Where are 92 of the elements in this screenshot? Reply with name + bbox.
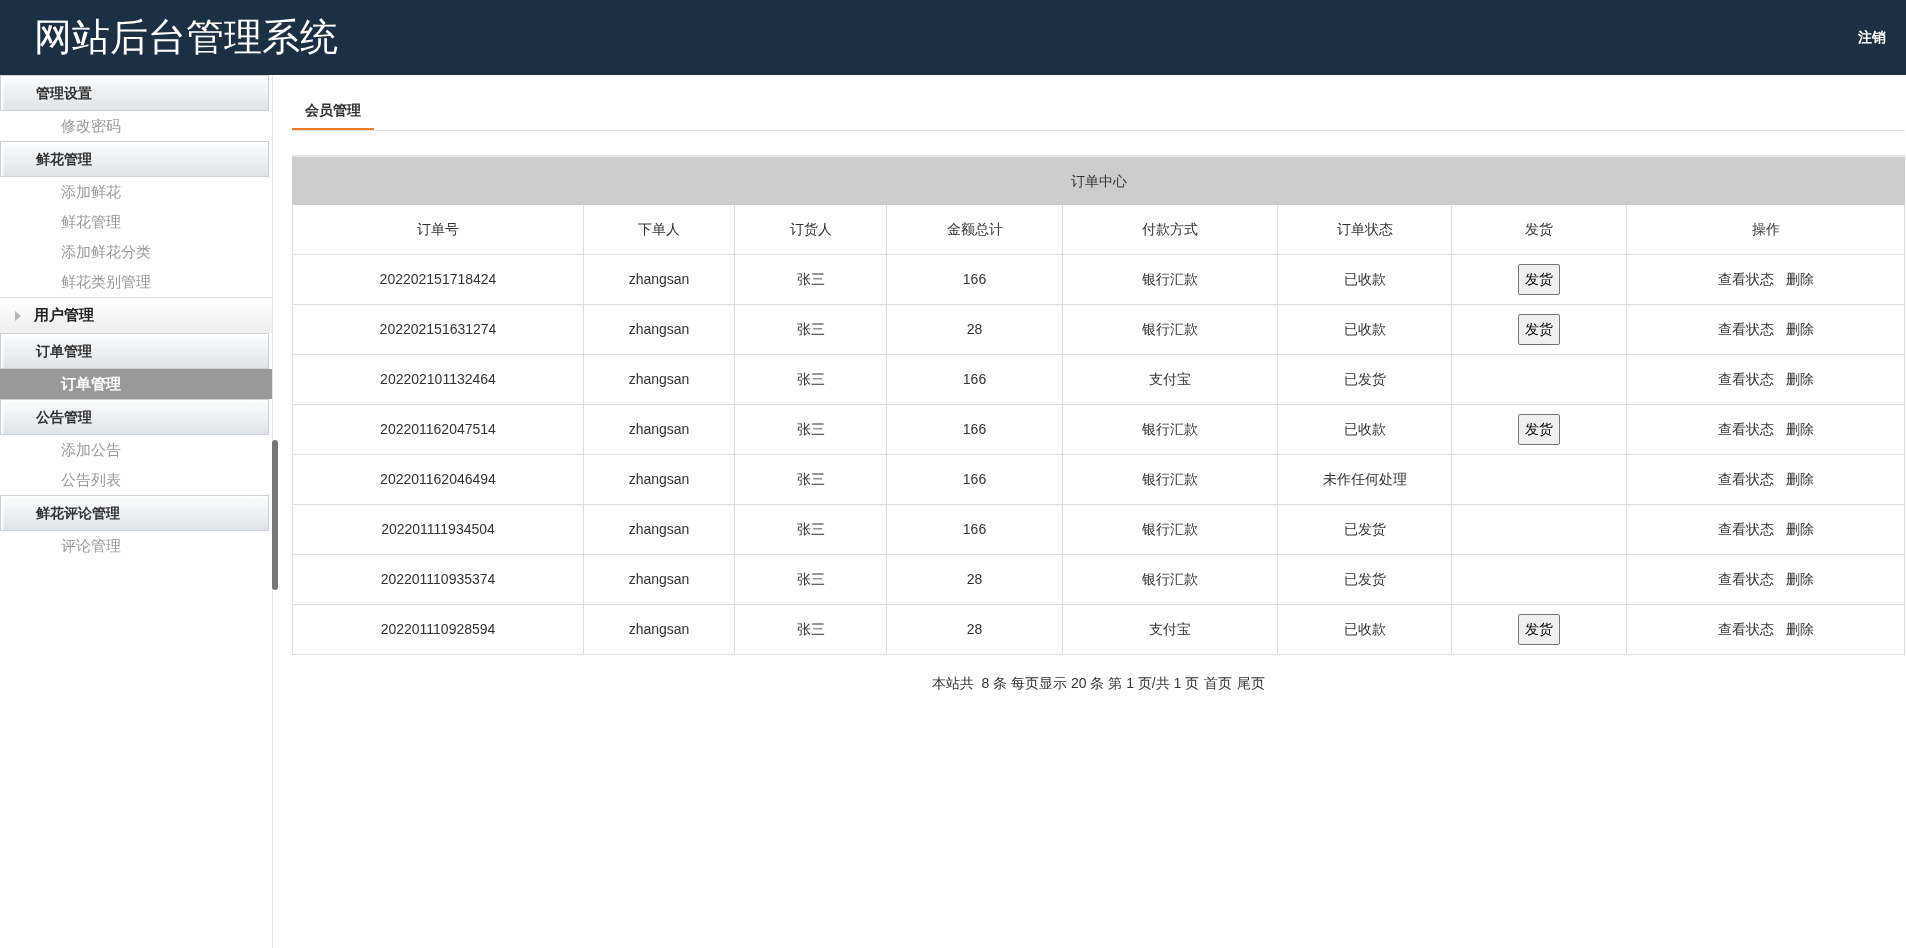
table-cell: 张三 (735, 255, 887, 305)
column-header: 订单号 (293, 205, 584, 255)
table-cell: 支付宝 (1063, 355, 1278, 405)
table-cell: 28 (887, 555, 1063, 605)
menu-group-title: 用户管理 (34, 305, 94, 326)
table-cell: 166 (887, 405, 1063, 455)
action-link[interactable]: 删除 (1785, 569, 1814, 590)
table-cell: 166 (887, 455, 1063, 505)
ship-button[interactable]: 发货 (1518, 614, 1560, 645)
table-cell: zhangsan (584, 605, 735, 655)
table-cell: 银行汇款 (1063, 505, 1278, 555)
table-cell: 支付宝 (1063, 605, 1278, 655)
table-cell: zhangsan (584, 505, 735, 555)
table-cell: zhangsan (584, 455, 735, 505)
action-link[interactable]: 删除 (1785, 619, 1814, 640)
table-cell: zhangsan (584, 355, 735, 405)
action-link[interactable]: 查看状态 (1717, 569, 1774, 590)
table-cell: 166 (887, 505, 1063, 555)
column-header: 操作 (1627, 205, 1905, 255)
column-header: 订货人 (735, 205, 887, 255)
ship-button[interactable]: 发货 (1518, 264, 1560, 295)
action-link[interactable]: 删除 (1785, 369, 1814, 390)
pagination-summary: 本站共 8 条 每页显示 20 条 第 1 页/共 1 页 (931, 674, 1200, 693)
table-cell: 202202151631274 (293, 305, 584, 355)
pagination-link[interactable]: 首页 (1204, 673, 1233, 694)
table-cell: 202201110935374 (293, 555, 584, 605)
site-title: 网站后台管理系统 (34, 15, 338, 60)
ship-button[interactable]: 发货 (1518, 314, 1560, 345)
table-caption: 订单中心 (292, 157, 1905, 205)
table-cell: 银行汇款 (1063, 455, 1278, 505)
menu-group-header[interactable]: 鲜花管理 (0, 141, 269, 177)
action-link[interactable]: 删除 (1785, 269, 1814, 290)
pagination-link[interactable]: 尾页 (1237, 673, 1266, 694)
table-cell: 202201162046494 (293, 455, 584, 505)
table-cell: 张三 (735, 505, 887, 555)
table-cell: 已发货 (1278, 355, 1452, 405)
table-cell: 已收款 (1278, 305, 1452, 355)
table-cell: zhangsan (584, 255, 735, 305)
column-header: 订单状态 (1278, 205, 1452, 255)
table-cell: zhangsan (584, 555, 735, 605)
action-link[interactable]: 查看状态 (1717, 519, 1774, 540)
menu-group-header[interactable]: 鲜花评论管理 (0, 495, 269, 531)
table-cell: 已收款 (1278, 255, 1452, 305)
menu-group-header[interactable]: 订单管理 (0, 333, 269, 369)
action-link[interactable]: 删除 (1785, 319, 1814, 340)
table-cell: zhangsan (584, 305, 735, 355)
action-link[interactable]: 删除 (1785, 419, 1814, 440)
menu-group-header[interactable]: 管理设置 (0, 75, 269, 111)
table-cell: zhangsan (584, 405, 735, 455)
table-cell: 银行汇款 (1063, 405, 1278, 455)
logout-link[interactable]: 注销 (1858, 27, 1886, 48)
table-cell: 166 (887, 255, 1063, 305)
table-cell: 张三 (735, 355, 887, 405)
action-link[interactable]: 查看状态 (1717, 469, 1774, 490)
table-cell: 张三 (735, 455, 887, 505)
table-cell: 已发货 (1278, 505, 1452, 555)
action-link[interactable]: 查看状态 (1717, 269, 1774, 290)
table-cell: 银行汇款 (1063, 255, 1278, 305)
table-cell: 已收款 (1278, 605, 1452, 655)
action-link[interactable]: 删除 (1785, 469, 1814, 490)
action-link[interactable]: 查看状态 (1717, 319, 1774, 340)
table-cell: 202201111934504 (293, 505, 584, 555)
action-link[interactable]: 查看状态 (1717, 619, 1774, 640)
tab[interactable]: 会员管理 (292, 93, 374, 130)
action-link[interactable]: 删除 (1785, 519, 1814, 540)
table-cell: 银行汇款 (1063, 305, 1278, 355)
table-cell: 202202101132464 (293, 355, 584, 405)
action-link[interactable]: 查看状态 (1717, 419, 1774, 440)
column-header: 下单人 (584, 205, 735, 255)
splitter-handle[interactable] (272, 440, 278, 590)
table-cell: 已发货 (1278, 555, 1452, 605)
table-cell: 已收款 (1278, 405, 1452, 455)
caret-icon (14, 310, 22, 321)
menu-group-header[interactable]: 公告管理 (0, 399, 269, 435)
table-cell: 张三 (735, 405, 887, 455)
menu-group-header[interactable]: 用户管理 (0, 297, 272, 333)
table-cell: 未作任何处理 (1278, 455, 1452, 505)
table-cell: 张三 (735, 555, 887, 605)
ship-button[interactable]: 发货 (1518, 414, 1560, 445)
table-cell: 张三 (735, 305, 887, 355)
column-header: 金额总计 (887, 205, 1063, 255)
table-cell: 166 (887, 355, 1063, 405)
table-cell: 28 (887, 605, 1063, 655)
table-cell: 张三 (735, 605, 887, 655)
column-header: 发货 (1452, 205, 1627, 255)
table-cell: 28 (887, 305, 1063, 355)
action-link[interactable]: 查看状态 (1717, 369, 1774, 390)
table-cell: 银行汇款 (1063, 555, 1278, 605)
table-cell: 202201110928594 (293, 605, 584, 655)
column-header: 付款方式 (1063, 205, 1278, 255)
table-cell: 202202151718424 (293, 255, 584, 305)
table-cell: 202201162047514 (293, 405, 584, 455)
